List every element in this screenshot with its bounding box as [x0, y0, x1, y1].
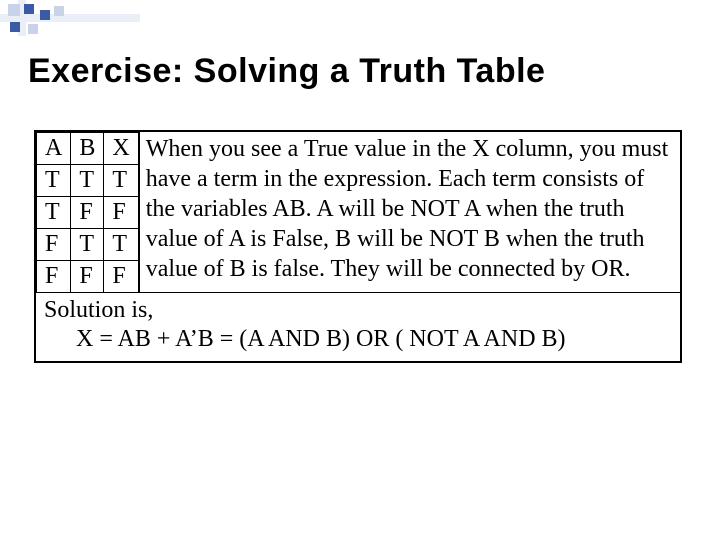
col-header-x: X: [104, 133, 138, 165]
cell: F: [104, 261, 138, 293]
slide-title: Exercise: Solving a Truth Table: [28, 52, 692, 91]
cell: T: [37, 165, 71, 197]
solution-label: Solution is,: [44, 297, 672, 324]
truth-table: A B X T T T T F F F T T: [36, 132, 139, 293]
cell: F: [37, 261, 71, 293]
cell: T: [104, 229, 138, 261]
corner-decoration: [0, 0, 140, 36]
explanation-text: When you see a True value in the X colum…: [139, 132, 680, 293]
cell: T: [71, 165, 104, 197]
cell: T: [71, 229, 104, 261]
cell: T: [37, 197, 71, 229]
cell: T: [104, 165, 138, 197]
solution-block: Solution is, X = AB + A’B = (A AND B) OR…: [36, 293, 680, 361]
col-header-a: A: [37, 133, 71, 165]
cell: F: [71, 261, 104, 293]
cell: F: [71, 197, 104, 229]
content-box: A B X T T T T F F F T T: [34, 130, 682, 363]
cell: F: [37, 229, 71, 261]
cell: F: [104, 197, 138, 229]
col-header-b: B: [71, 133, 104, 165]
solution-equation: X = AB + A’B = (A AND B) OR ( NOT A AND …: [44, 326, 672, 353]
